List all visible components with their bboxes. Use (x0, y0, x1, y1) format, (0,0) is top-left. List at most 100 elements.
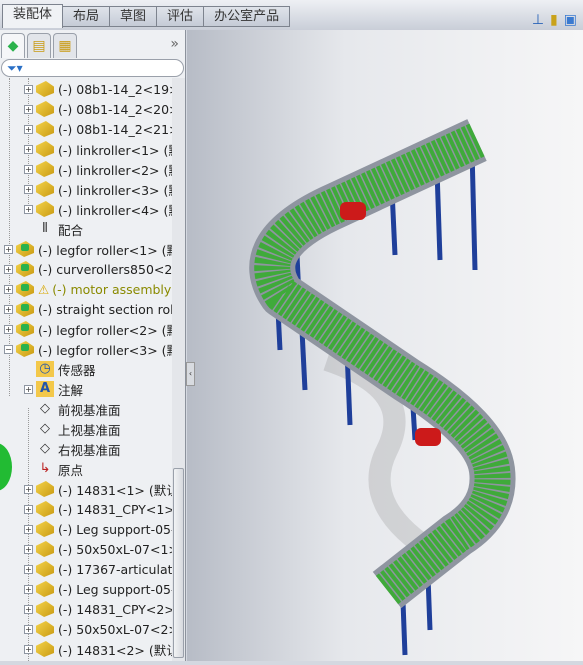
expand-icon[interactable]: + (24, 644, 33, 654)
tree-item[interactable]: ◇ 上视基准面 (24, 419, 121, 439)
annotation-icon: A (36, 381, 54, 397)
tree-item[interactable]: + (-) 17367-articulate (24, 559, 172, 579)
tree-item[interactable]: + (-) 50x50xL-07<1> (24, 539, 172, 559)
command-tab[interactable]: 评估 (157, 6, 205, 27)
tree-item[interactable]: + (-) linkroller<4> (默 (24, 199, 172, 219)
tree-item-label: (-) linkroller<4> (默 (58, 202, 172, 218)
tree-item[interactable]: ◇ 前视基准面 (24, 399, 121, 419)
tree-item-label: (-) legfor roller<1> (默 (38, 242, 172, 258)
tree-item[interactable]: + (-) 14831<2> (默认 (24, 639, 172, 659)
expand-icon[interactable]: + (24, 484, 33, 494)
warning-icon: ⚠ (38, 281, 50, 297)
expand-icon[interactable]: + (4, 304, 13, 314)
more-tabs-button[interactable]: » (170, 36, 179, 52)
part-icon (36, 141, 54, 157)
assembly-icon (16, 261, 34, 277)
origin-icon: ↳ (39, 461, 51, 476)
tree-scrollbar[interactable] (172, 78, 185, 661)
orientation-icon[interactable]: ⊥ (532, 12, 544, 28)
tree-item[interactable]: + (-) 14831<1> (默认 (24, 479, 172, 499)
expand-icon[interactable]: + (24, 124, 33, 134)
expand-icon[interactable]: + (24, 104, 33, 114)
part-icon (36, 161, 54, 177)
configuration-manager-tab[interactable]: ▦ (53, 33, 77, 58)
expand-icon[interactable]: + (24, 504, 33, 514)
expand-icon[interactable]: + (4, 284, 13, 294)
panel-collapse-handle[interactable]: ‹ (186, 362, 195, 386)
expand-icon[interactable]: + (24, 624, 33, 634)
part-icon (36, 521, 54, 537)
tree-item[interactable]: + (-) straight section roll (4, 299, 172, 319)
tree-item[interactable]: + (-) 14831_CPY<2> ( (24, 599, 172, 619)
tree-item[interactable]: + (-) linkroller<3> (默 (24, 179, 172, 199)
expand-icon[interactable]: + (24, 144, 33, 154)
section-view-icon[interactable]: ▮ (550, 12, 558, 28)
scrollbar-thumb[interactable] (173, 468, 184, 658)
tree-item-label: (-) 50x50xL-07<1> (58, 541, 172, 557)
tree-item[interactable]: ◷ 传感器 (24, 359, 96, 379)
collapse-icon[interactable]: − (4, 344, 13, 354)
tree-item[interactable]: + (-) Leg support-05- (24, 519, 172, 539)
expand-icon (24, 445, 33, 454)
tree-item[interactable]: + (-) linkroller<1> (默 (24, 139, 172, 159)
tree-item[interactable]: ↳ 原点 (24, 459, 83, 479)
command-tab[interactable]: 草图 (110, 6, 158, 27)
expand-icon (24, 225, 33, 234)
tree-item[interactable]: + (-) Leg support-05- (24, 579, 172, 599)
expand-icon (24, 425, 33, 434)
expand-icon (24, 405, 33, 414)
tree-item-label: (-) 14831_CPY<2> ( (58, 601, 172, 617)
tree-item[interactable]: ⫴ 配合 (24, 219, 83, 239)
graphics-viewport[interactable] (187, 30, 583, 661)
support-leg (299, 329, 308, 391)
expand-icon[interactable]: + (4, 244, 13, 254)
expand-icon[interactable]: + (24, 544, 33, 554)
view-cube-icon[interactable]: ▣ (564, 12, 577, 28)
tree-item[interactable]: + (-) 50x50xL-07<2> (24, 619, 172, 639)
expand-icon[interactable]: + (24, 204, 33, 214)
command-tab[interactable]: 布局 (63, 6, 111, 27)
part-icon (36, 481, 54, 497)
expand-icon[interactable]: + (24, 384, 33, 394)
tree-item[interactable]: − (-) legfor roller<3> (默 (4, 339, 172, 359)
assembly-icon (16, 281, 34, 297)
feature-tree: + (-) 08b1-14_2<19> + (-) 08b1-14_2<20> + (-)… (0, 78, 172, 661)
tree-item[interactable]: + ⚠ (-) motor assembly (4, 279, 171, 299)
mates-icon: ⫴ (42, 221, 48, 236)
expand-icon[interactable]: + (24, 604, 33, 614)
command-tabs: 装配体 布局 草图 评估 办公室产品 (2, 4, 291, 28)
tree-item-label: 前视基准面 (58, 402, 121, 418)
expand-icon[interactable]: + (24, 564, 33, 574)
feature-tree-tab[interactable]: ◆ (1, 33, 25, 58)
command-tab[interactable]: 装配体 (2, 4, 64, 28)
tree-item-label: (-) legfor roller<3> (默 (38, 342, 172, 358)
tree-item[interactable]: + (-) 08b1-14_2<20> (24, 99, 172, 119)
tree-item[interactable]: + (-) legfor roller<2> (默 (4, 319, 172, 339)
tree-item-label: (-) linkroller<1> (默 (58, 142, 172, 158)
tree-item-label: (-) 08b1-14_2<20> (58, 101, 172, 117)
tree-item[interactable]: + (-) 14831_CPY<1> ( (24, 499, 172, 519)
tree-item[interactable]: + (-) 08b1-14_2<21> (24, 119, 172, 139)
expand-icon[interactable]: + (24, 584, 33, 594)
tree-item-label: 上视基准面 (58, 422, 121, 438)
tree-item[interactable]: + (-) legfor roller<1> (默 (4, 239, 172, 259)
property-manager-tab[interactable]: ▤ (27, 33, 51, 58)
filter-input[interactable]: ⏷▾ (1, 59, 184, 77)
tree-item[interactable]: + (-) curverollers850<2> (4, 259, 172, 279)
tree-item[interactable]: + (-) 08b1-14_2<19> (24, 79, 172, 99)
expand-icon[interactable]: + (4, 324, 13, 334)
part-icon (36, 541, 54, 557)
command-tab[interactable]: 办公室产品 (204, 6, 291, 27)
expand-icon[interactable]: + (24, 524, 33, 534)
expand-icon[interactable]: + (24, 84, 33, 94)
expand-icon[interactable]: + (4, 264, 13, 274)
tree-item[interactable]: + (-) linkroller<2> (默 (24, 159, 172, 179)
tree-item[interactable]: ◇ 右视基准面 (24, 439, 121, 459)
tree-item-label: (-) curverollers850<2> (38, 261, 172, 277)
expand-icon[interactable]: + (24, 164, 33, 174)
tree-item-label: (-) 14831<2> (默认 (58, 642, 172, 658)
expand-icon[interactable]: + (24, 184, 33, 194)
tree-item[interactable]: + A 注解 (24, 379, 83, 399)
part-icon (36, 181, 54, 197)
motor-2 (415, 428, 441, 446)
